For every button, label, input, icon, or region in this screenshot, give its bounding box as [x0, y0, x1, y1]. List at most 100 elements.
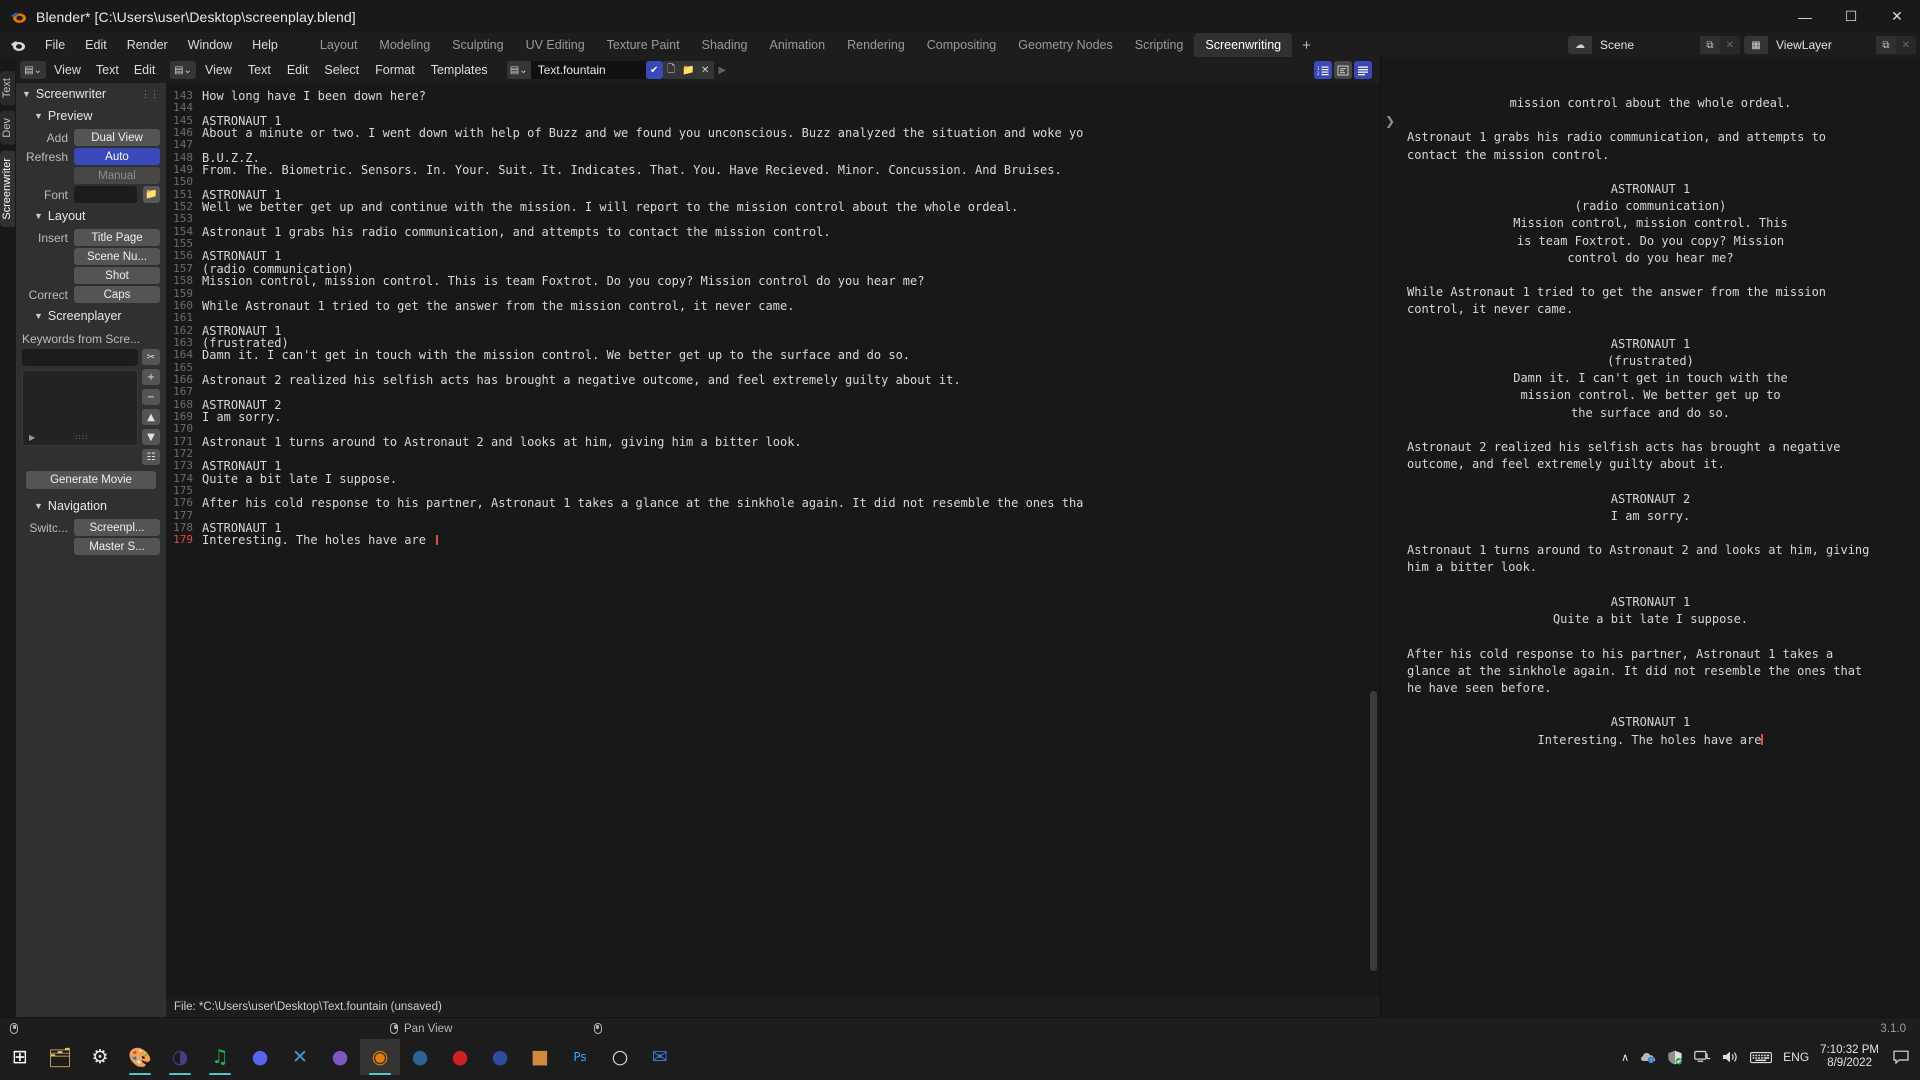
menu-file[interactable]: File: [36, 36, 74, 54]
sidebar-menu-text[interactable]: Text: [89, 61, 126, 79]
syntax-highlight-icon[interactable]: [1354, 61, 1372, 79]
refresh-manual-button[interactable]: Manual: [74, 167, 160, 184]
scene-selector[interactable]: ☁ Scene ⧉ ✕: [1568, 36, 1740, 54]
blender[interactable]: ◉: [360, 1039, 400, 1075]
code-line[interactable]: Quite a bit late I suppose.: [202, 472, 1380, 485]
menu-window[interactable]: Window: [179, 36, 241, 54]
start-button[interactable]: ⊞: [0, 1039, 40, 1075]
discord[interactable]: ●: [240, 1039, 280, 1075]
code-line[interactable]: [202, 102, 1380, 114]
code-line[interactable]: About a minute or two. I went down with …: [202, 127, 1380, 140]
panel-navigation[interactable]: ▼ Navigation: [16, 495, 166, 517]
spotify[interactable]: ♫: [200, 1039, 240, 1075]
panel-options-icon[interactable]: ⋮⋮: [141, 89, 159, 100]
code-line[interactable]: [202, 288, 1380, 300]
editor-scrollbar[interactable]: [1370, 691, 1377, 971]
editor-menu-edit[interactable]: Edit: [280, 61, 316, 79]
duplicate-icon[interactable]: ☷: [142, 449, 160, 465]
refresh-auto-button[interactable]: Auto: [74, 148, 160, 165]
folder-icon[interactable]: 📁: [143, 186, 160, 203]
tab-screenwriting[interactable]: Screenwriting: [1194, 33, 1293, 57]
code-line[interactable]: [202, 213, 1380, 225]
notification-icon[interactable]: [1890, 1039, 1912, 1075]
sidebar-tab-screenwriter[interactable]: Screenwriter: [0, 150, 15, 227]
plus-icon[interactable]: +: [142, 369, 160, 385]
maximize-button[interactable]: ☐: [1828, 0, 1874, 33]
sidebar-menu-view[interactable]: View: [47, 61, 88, 79]
code-line[interactable]: Mission control, mission control. This i…: [202, 275, 1380, 288]
photoshop[interactable]: Ps: [560, 1039, 600, 1075]
switch-screenplay-button[interactable]: Screenpl...: [74, 519, 160, 536]
file-explorer[interactable]: 🗂: [40, 1039, 80, 1075]
sidebar-tab-dev[interactable]: Dev: [0, 111, 15, 145]
line-numbers-icon[interactable]: 12: [1314, 61, 1332, 79]
tab-compositing[interactable]: Compositing: [916, 34, 1007, 56]
code-line[interactable]: [202, 423, 1380, 435]
new-text-icon[interactable]: 🗋: [662, 61, 680, 79]
generate-movie-button[interactable]: Generate Movie: [26, 471, 156, 489]
code-line[interactable]: I am sorry.: [202, 411, 1380, 424]
code-line[interactable]: While Astronaut 1 tried to get the answe…: [202, 299, 1380, 312]
ring-app[interactable]: ○: [600, 1039, 640, 1075]
code-line[interactable]: Damn it. I can't get in touch with the m…: [202, 349, 1380, 362]
code-line[interactable]: After his cold response to his partner, …: [202, 497, 1380, 510]
code-area[interactable]: 143 144 145 146 147 148 149 150 151 152 153 154 155 1…: [166, 83, 1380, 997]
editor-type-icon[interactable]: ▤⌄: [20, 61, 46, 79]
code-lines[interactable]: How long have I been down here? ASTRONAUT…: [198, 83, 1380, 997]
viewlayer-name[interactable]: ViewLayer: [1768, 36, 1876, 54]
switch-master-scene-button[interactable]: Master S...: [74, 538, 160, 555]
paint-app[interactable]: 🎨: [120, 1039, 160, 1075]
unlink-scene-button[interactable]: ✕: [1720, 36, 1740, 54]
expand-sidebar-icon[interactable]: ❯: [1385, 114, 1395, 128]
tab-sculpting[interactable]: Sculpting: [441, 34, 514, 56]
code-line[interactable]: [202, 448, 1380, 460]
code-line[interactable]: Astronaut 1 grabs his radio communicatio…: [202, 225, 1380, 238]
tab-layout[interactable]: Layout: [309, 34, 369, 56]
word-wrap-icon[interactable]: [1334, 61, 1352, 79]
tab-texture-paint[interactable]: Texture Paint: [596, 34, 691, 56]
eyedropper-icon[interactable]: ✂: [142, 349, 160, 365]
media-app[interactable]: ■: [520, 1039, 560, 1075]
code-line[interactable]: ASTRONAUT 1: [202, 460, 1380, 473]
code-line[interactable]: [202, 238, 1380, 250]
code-line[interactable]: Well we better get up and continue with …: [202, 201, 1380, 214]
browse-text-icon[interactable]: ▤⌄: [506, 61, 531, 79]
menu-render[interactable]: Render: [118, 36, 177, 54]
code-line[interactable]: [202, 510, 1380, 522]
insert-scene-number-button[interactable]: Scene Nu...: [74, 248, 160, 265]
text-datablock-name[interactable]: Text.fountain: [530, 61, 646, 79]
close-button[interactable]: ✕: [1874, 0, 1920, 33]
tab-scripting[interactable]: Scripting: [1124, 34, 1195, 56]
tab-animation[interactable]: Animation: [759, 34, 837, 56]
up-arrow-icon[interactable]: ▲: [142, 409, 160, 425]
new-viewlayer-button[interactable]: ⧉: [1876, 36, 1896, 54]
code-line[interactable]: Interesting. The holes have are: [202, 534, 1380, 547]
code-line[interactable]: [202, 386, 1380, 398]
krita[interactable]: ●: [440, 1039, 480, 1075]
panel-screenplayer[interactable]: ▼ Screenplayer: [16, 305, 166, 327]
panel-layout[interactable]: ▼ Layout: [16, 205, 166, 227]
code-line[interactable]: Astronaut 1 turns around to Astronaut 2 …: [202, 435, 1380, 448]
panel-screenwriter[interactable]: ▼ Screenwriter ⋮⋮: [16, 83, 166, 105]
live-edit-shield-icon[interactable]: ✔: [645, 61, 663, 79]
audio-app[interactable]: ●: [480, 1039, 520, 1075]
clock[interactable]: 7:10:32 PM 8/9/2022: [1820, 1044, 1879, 1070]
tab-rendering[interactable]: Rendering: [836, 34, 916, 56]
new-scene-button[interactable]: ⧉: [1700, 36, 1720, 54]
dual-view-button[interactable]: Dual View: [74, 129, 160, 146]
down-arrow-icon[interactable]: ▼: [142, 429, 160, 445]
vscode[interactable]: ✕: [280, 1039, 320, 1075]
unlink-text-icon[interactable]: ✕: [696, 61, 714, 79]
tab-geometry-nodes[interactable]: Geometry Nodes: [1007, 34, 1123, 56]
insert-title-page-button[interactable]: Title Page: [74, 229, 160, 246]
code-line[interactable]: ASTRONAUT 1: [202, 324, 1380, 337]
minimize-button[interactable]: —: [1782, 0, 1828, 33]
editor-menu-text[interactable]: Text: [241, 61, 278, 79]
play-icon[interactable]: ▶: [29, 433, 35, 442]
blender-menu-icon[interactable]: [10, 37, 26, 53]
code-line[interactable]: How long have I been down here?: [202, 90, 1380, 103]
resize-grip-icon[interactable]: ::::: [75, 433, 88, 441]
editor-type-icon[interactable]: ▤⌄: [170, 61, 196, 79]
network-icon[interactable]: [1694, 1050, 1711, 1064]
language-indicator[interactable]: ENG: [1783, 1050, 1809, 1064]
